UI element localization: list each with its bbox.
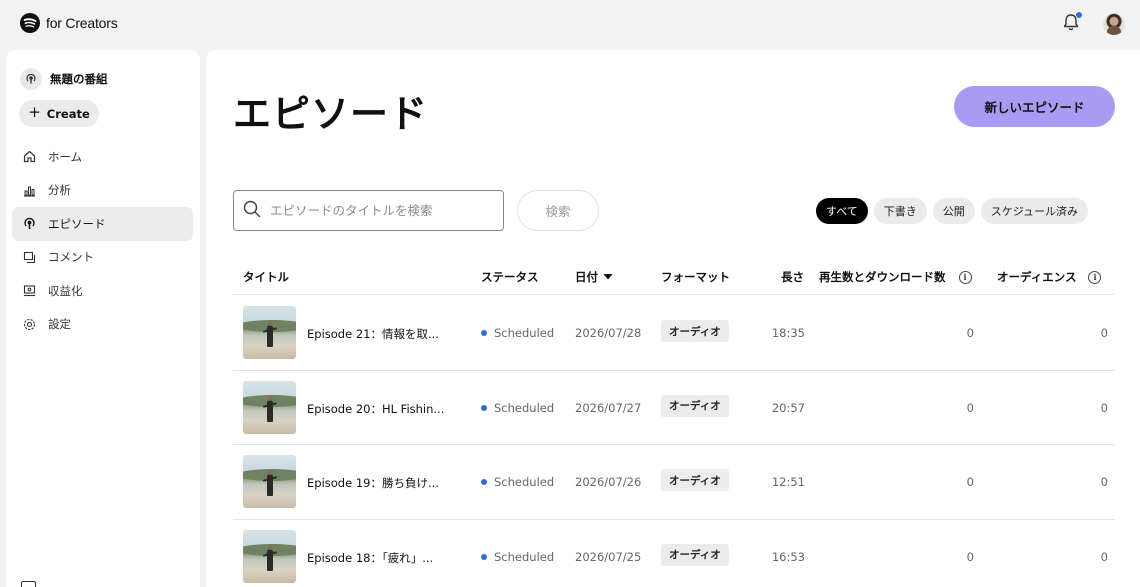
- sidebar-item-label: 分析: [48, 183, 71, 198]
- table-row[interactable]: Episode 18：「疲れ」... Scheduled 2026/07/25 …: [233, 520, 1115, 587]
- monetize-icon: [22, 284, 36, 298]
- search-field[interactable]: [233, 190, 504, 231]
- column-title[interactable]: タイトル: [243, 269, 289, 285]
- new-episode-button[interactable]: 新しいエピソード: [954, 86, 1115, 127]
- collapse-sidebar-icon[interactable]: [21, 581, 36, 587]
- format-badge: オーディオ: [661, 394, 729, 417]
- status-badge: Scheduled: [481, 550, 554, 564]
- status-badge: Scheduled: [481, 401, 554, 415]
- audience-count: 0: [1100, 326, 1108, 340]
- episode-title[interactable]: Episode 18：「疲れ」...: [307, 550, 433, 566]
- column-length[interactable]: 長さ: [781, 269, 804, 285]
- sidebar-item-label: コメント: [48, 250, 94, 265]
- sidebar-item-label: 収益化: [48, 283, 83, 298]
- status-dot: [481, 404, 487, 411]
- gear-icon: [22, 317, 36, 331]
- notification-dot: [1076, 12, 1082, 18]
- sidebar-item-episodes[interactable]: エピソード: [12, 207, 193, 241]
- audience-count: 0: [1100, 549, 1108, 564]
- status-badge: Scheduled: [481, 475, 554, 489]
- column-audience[interactable]: オーディエンス i: [997, 269, 1102, 285]
- episode-title[interactable]: Episode 19：勝ち負け...: [307, 475, 439, 491]
- sidebar-item-analytics[interactable]: 分析: [12, 174, 193, 208]
- column-date[interactable]: 日付: [575, 269, 613, 285]
- create-button[interactable]: + Create: [19, 100, 99, 127]
- brand-logo[interactable]: for Creators: [20, 13, 118, 33]
- filter-scheduled[interactable]: スケジュール済み: [980, 198, 1089, 224]
- episode-date: 2026/07/25: [575, 549, 642, 564]
- episode-title[interactable]: Episode 21：情報を取...: [307, 326, 439, 342]
- plus-icon: +: [28, 103, 41, 121]
- analytics-icon: [22, 183, 36, 197]
- episode-title[interactable]: Episode 20：HL Fishin...: [307, 401, 444, 417]
- format-badge: オーディオ: [661, 469, 729, 491]
- search-icon: [243, 200, 261, 222]
- sidebar: 無題の番組 + Create ホーム 分析 エピソード コメント 収益化 設定: [6, 50, 200, 587]
- show-selector[interactable]: 無題の番組: [20, 68, 108, 90]
- filter-drafts[interactable]: 下書き: [873, 198, 927, 224]
- table-row[interactable]: Episode 19：勝ち負け... Scheduled 2026/07/26 …: [233, 445, 1115, 520]
- episode-date: 2026/07/26: [575, 475, 642, 489]
- table-header: タイトル ステータス 日付 フォーマット 長さ 再生数とダウンロード数 i オー…: [233, 258, 1115, 295]
- top-bar: for Creators: [0, 0, 1140, 48]
- spotify-logo-icon: [20, 13, 40, 33]
- home-icon: [22, 150, 36, 164]
- main-panel: エピソード 新しいエピソード 検索 すべて 下書き 公開 スケジュール済み タイ…: [206, 50, 1140, 587]
- show-name: 無題の番組: [50, 72, 108, 86]
- table-row[interactable]: Episode 20：HL Fishin... Scheduled 2026/0…: [233, 371, 1115, 445]
- page-title: エピソード: [233, 92, 429, 136]
- status-badge: Scheduled: [481, 326, 554, 340]
- plays-count: 0: [966, 400, 974, 415]
- sidebar-item-monetization[interactable]: 収益化: [12, 274, 193, 308]
- episode-length: 16:53: [771, 549, 805, 564]
- sort-desc-icon: [603, 270, 613, 284]
- status-dot: [481, 553, 487, 560]
- column-format[interactable]: フォーマット: [661, 269, 730, 285]
- episode-date: 2026/07/27: [575, 400, 642, 415]
- sidebar-nav: ホーム 分析 エピソード コメント 収益化 設定: [12, 140, 193, 341]
- info-icon[interactable]: i: [958, 270, 972, 284]
- audience-count: 0: [1100, 475, 1108, 489]
- audience-count: 0: [1100, 400, 1108, 415]
- create-button-label: Create: [46, 106, 90, 121]
- episode-length: 20:57: [771, 400, 805, 415]
- format-badge: オーディオ: [661, 320, 729, 342]
- sidebar-item-home[interactable]: ホーム: [12, 140, 193, 174]
- column-status[interactable]: ステータス: [481, 269, 539, 285]
- filter-all[interactable]: すべて: [816, 198, 868, 224]
- search-input[interactable]: [270, 203, 480, 218]
- comment-icon: [22, 250, 36, 264]
- filter-published[interactable]: 公開: [932, 198, 975, 224]
- sidebar-item-label: ホーム: [48, 149, 83, 164]
- notification-bell-icon[interactable]: [1061, 12, 1083, 34]
- sidebar-item-settings[interactable]: 設定: [12, 308, 193, 342]
- episode-length: 12:51: [771, 475, 805, 489]
- episode-thumbnail: [243, 529, 296, 583]
- sidebar-item-label: 設定: [48, 317, 71, 332]
- episode-length: 18:35: [771, 326, 805, 340]
- table-row[interactable]: Episode 21：情報を取... Scheduled 2026/07/28 …: [233, 296, 1115, 371]
- search-button[interactable]: 検索: [517, 190, 599, 231]
- plays-count: 0: [966, 326, 974, 340]
- user-avatar[interactable]: [1103, 13, 1125, 35]
- plays-count: 0: [966, 475, 974, 489]
- episode-thumbnail: [243, 380, 296, 434]
- filter-chips: すべて 下書き 公開 スケジュール済み: [816, 198, 1089, 224]
- status-dot: [481, 479, 487, 485]
- episode-thumbnail: [243, 455, 296, 508]
- episode-date: 2026/07/28: [575, 326, 642, 340]
- plays-count: 0: [966, 549, 974, 564]
- format-badge: オーディオ: [661, 543, 729, 566]
- episode-thumbnail: [243, 306, 296, 359]
- status-dot: [481, 330, 487, 336]
- sidebar-item-comments[interactable]: コメント: [12, 241, 193, 275]
- sidebar-item-label: エピソード: [48, 216, 106, 231]
- info-icon[interactable]: i: [1088, 270, 1102, 284]
- podcast-icon: [20, 68, 42, 90]
- podcast-icon: [22, 217, 36, 231]
- brand-text: for Creators: [46, 15, 118, 31]
- column-plays[interactable]: 再生数とダウンロード数 i: [819, 269, 972, 285]
